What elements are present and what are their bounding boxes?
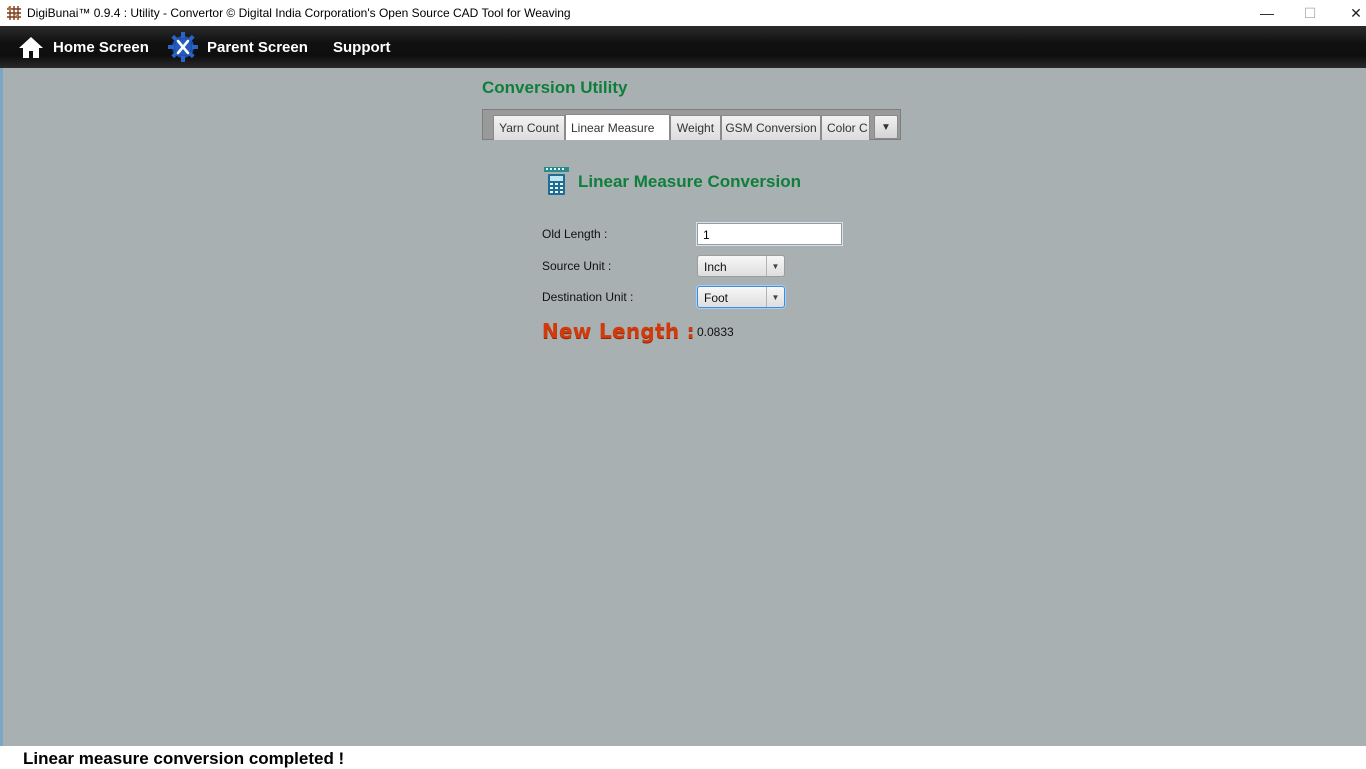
app-logo-icon bbox=[7, 6, 21, 20]
new-length-label: New Length : bbox=[542, 319, 695, 343]
section-title: Linear Measure Conversion bbox=[578, 172, 801, 191]
source-unit-select[interactable]: Inch ▼ bbox=[697, 255, 785, 277]
window-titlebar: DigiBunai™ 0.9.4 : Utility - Convertor ©… bbox=[0, 0, 1366, 26]
source-unit-value: Inch bbox=[704, 260, 727, 274]
tab-overflow-dropdown[interactable]: ▼ bbox=[874, 115, 898, 139]
minimize-icon[interactable]: — bbox=[1244, 0, 1290, 26]
calculator-icon bbox=[544, 167, 569, 195]
maximize-icon[interactable]: ☐ bbox=[1287, 0, 1333, 26]
home-screen-menu[interactable]: Home Screen bbox=[18, 26, 149, 68]
support-menu[interactable]: Support bbox=[333, 26, 391, 68]
home-icon bbox=[19, 37, 43, 58]
destination-unit-label: Destination Unit : bbox=[542, 290, 634, 304]
source-unit-label: Source Unit : bbox=[542, 259, 612, 273]
destination-unit-value: Foot bbox=[704, 291, 729, 305]
old-length-label: Old Length : bbox=[542, 227, 608, 241]
tab-weight[interactable]: Weight bbox=[670, 115, 721, 140]
gear-tools-icon bbox=[168, 32, 198, 62]
support-label: Support bbox=[333, 38, 391, 56]
status-bar: Linear measure conversion completed ! bbox=[0, 746, 1366, 768]
tab-color-conversion[interactable]: Color C bbox=[821, 115, 870, 140]
tab-yarn-count[interactable]: Yarn Count bbox=[493, 115, 565, 140]
menu-bar: Home Screen Parent Screen Support bbox=[0, 26, 1366, 68]
parent-screen-menu[interactable]: Parent Screen bbox=[168, 26, 308, 68]
close-icon[interactable]: ✕ bbox=[1333, 0, 1366, 26]
chevron-down-icon[interactable]: ▼ bbox=[766, 256, 784, 276]
window-title: DigiBunai™ 0.9.4 : Utility - Convertor ©… bbox=[27, 6, 571, 20]
status-message: Linear measure conversion completed ! bbox=[23, 749, 345, 768]
conversion-tab-bar: Yarn Count Linear Measure Weight GSM Con… bbox=[482, 109, 901, 140]
new-length-value: 0.0833 bbox=[697, 325, 734, 339]
home-screen-label: Home Screen bbox=[53, 38, 149, 56]
parent-screen-label: Parent Screen bbox=[207, 38, 308, 56]
content-area bbox=[3, 68, 1366, 746]
chevron-down-icon[interactable]: ▼ bbox=[766, 287, 784, 307]
tab-linear-measure[interactable]: Linear Measure bbox=[565, 114, 670, 140]
destination-unit-select[interactable]: Foot ▼ bbox=[697, 286, 785, 308]
tab-gsm-conversion[interactable]: GSM Conversion bbox=[721, 115, 821, 140]
old-length-input[interactable]: 1 bbox=[697, 223, 842, 245]
page-title: Conversion Utility bbox=[482, 78, 628, 97]
chevron-down-icon: ▼ bbox=[881, 121, 891, 133]
